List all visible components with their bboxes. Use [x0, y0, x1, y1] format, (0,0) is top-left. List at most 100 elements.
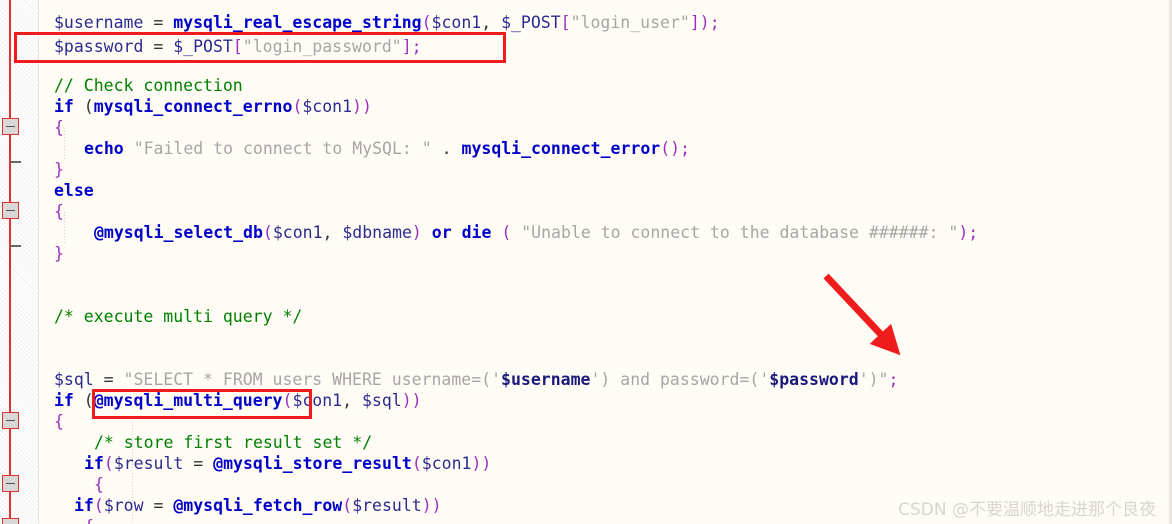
- code-token: (: [93, 496, 104, 515]
- code-token: ;: [680, 139, 691, 158]
- code-token: (: [411, 454, 422, 473]
- code-content-area[interactable]: $username = mysqli_real_escape_string($c…: [38, 0, 1172, 524]
- code-token: }: [54, 244, 64, 263]
- code-token: "Unable to connect to the database #####…: [521, 223, 959, 242]
- code-line[interactable]: if($result = @mysqli_store_result($con1)…: [38, 453, 491, 474]
- code-token: if: [74, 496, 94, 515]
- code-token: $con1: [302, 97, 353, 116]
- code-token: $username: [501, 370, 591, 389]
- code-token: /* execute multi query */: [54, 307, 303, 326]
- code-token: ): [958, 223, 969, 242]
- code-token: ,: [322, 223, 343, 242]
- code-token: ,: [342, 391, 362, 410]
- code-token: }: [54, 160, 64, 179]
- code-line[interactable]: }: [38, 159, 64, 180]
- code-token: (: [282, 391, 293, 410]
- code-token: {: [54, 412, 64, 431]
- code-line[interactable]: if (@mysqli_multi_query($con1, $sql)): [38, 390, 422, 411]
- code-line[interactable]: @mysqli_select_db($con1, $dbname) or die…: [38, 222, 978, 243]
- code-line[interactable]: /* store first result set */: [38, 432, 372, 453]
- code-token: or die: [431, 223, 492, 242]
- code-token: // Check connection: [54, 76, 243, 95]
- code-token: {: [54, 118, 64, 137]
- code-token: )): [421, 496, 442, 515]
- code-line[interactable]: if (mysqli_connect_errno($con1)): [38, 96, 372, 117]
- code-token: [: [560, 13, 571, 32]
- code-token: {: [94, 475, 104, 494]
- code-token: mysqli_real_escape_string: [173, 13, 422, 32]
- code-token: if: [54, 391, 74, 410]
- code-token: =: [153, 13, 174, 32]
- code-token: (): [660, 139, 681, 158]
- code-token: (: [262, 223, 273, 242]
- code-token: ;: [709, 13, 720, 32]
- code-token: ]: [401, 37, 412, 56]
- code-token: =: [193, 454, 214, 473]
- code-editor-screenshot: $username = mysqli_real_escape_string($c…: [0, 0, 1172, 524]
- code-token: $dbname: [342, 223, 412, 242]
- code-line[interactable]: echo "Failed to connect to MySQL: " . my…: [38, 138, 690, 159]
- code-token: $con1: [292, 391, 343, 410]
- code-token: "Failed to connect to MySQL: ": [133, 139, 432, 158]
- code-line[interactable]: {: [38, 201, 64, 222]
- code-token: .: [431, 139, 462, 158]
- code-line[interactable]: {: [38, 474, 104, 495]
- code-token: echo: [84, 139, 124, 158]
- code-token: ,: [481, 13, 502, 32]
- editor-gutter[interactable]: [0, 0, 39, 524]
- code-token: $con1: [421, 454, 472, 473]
- code-line[interactable]: $sql = "SELECT * FROM users WHERE userna…: [38, 369, 898, 390]
- code-line[interactable]: if($row = @mysqli_fetch_row($result)): [38, 495, 442, 516]
- code-token: ]: [689, 13, 700, 32]
- code-token: $password: [769, 370, 859, 389]
- code-token: else: [54, 181, 94, 200]
- code-line[interactable]: {: [38, 516, 94, 524]
- code-token: "login_password": [242, 37, 402, 56]
- code-token: "login_user": [570, 13, 690, 32]
- code-token: ): [411, 223, 432, 242]
- code-token: (: [103, 454, 114, 473]
- code-token: $password: [54, 37, 154, 56]
- code-token: [: [232, 37, 243, 56]
- code-token: =: [103, 370, 124, 389]
- code-token: /* store first result set */: [94, 433, 373, 452]
- code-token: $sql: [361, 391, 402, 410]
- code-line[interactable]: else: [38, 180, 94, 201]
- code-token: (: [342, 496, 353, 515]
- code-token: ': [759, 370, 770, 389]
- fold-toggle-icon[interactable]: [2, 118, 19, 135]
- code-token: ': [590, 370, 601, 389]
- code-token: )): [401, 391, 422, 410]
- code-line[interactable]: // Check connection: [38, 75, 243, 96]
- code-line[interactable]: $username = mysqli_real_escape_string($c…: [38, 12, 720, 33]
- fold-toggle-icon[interactable]: [2, 202, 19, 219]
- code-token: (: [421, 13, 432, 32]
- code-token: $sql: [54, 370, 104, 389]
- code-line[interactable]: $password = $_POST["login_password"];: [38, 36, 422, 57]
- code-token: $result: [113, 454, 194, 473]
- fold-toggle-icon[interactable]: [2, 475, 19, 492]
- code-token: @mysqli_multi_query: [93, 391, 283, 410]
- code-token: ): [699, 13, 710, 32]
- fold-end-tick-icon: [10, 161, 21, 163]
- code-token: ;: [411, 37, 422, 56]
- code-token: {: [54, 202, 64, 221]
- code-line[interactable]: {: [38, 117, 64, 138]
- code-token: (: [73, 97, 94, 116]
- code-token: )": [868, 370, 889, 389]
- gutter-change-bar: [9, 0, 11, 524]
- code-token: =: [153, 496, 174, 515]
- csdn-watermark: CSDN @不要温顺地走进那个良夜: [898, 500, 1156, 520]
- code-token: $con1: [431, 13, 482, 32]
- fold-toggle-icon[interactable]: [2, 412, 19, 429]
- fold-toggle-icon[interactable]: [2, 518, 19, 524]
- code-line[interactable]: /* execute multi query */: [38, 306, 302, 327]
- code-token: )): [471, 454, 492, 473]
- code-token: (: [73, 391, 94, 410]
- code-token: @mysqli_select_db: [94, 223, 263, 242]
- code-token: $_POST: [173, 37, 233, 56]
- code-line[interactable]: }: [38, 243, 64, 264]
- code-token: (: [491, 223, 522, 242]
- code-token: $con1: [272, 223, 323, 242]
- code-line[interactable]: {: [38, 411, 64, 432]
